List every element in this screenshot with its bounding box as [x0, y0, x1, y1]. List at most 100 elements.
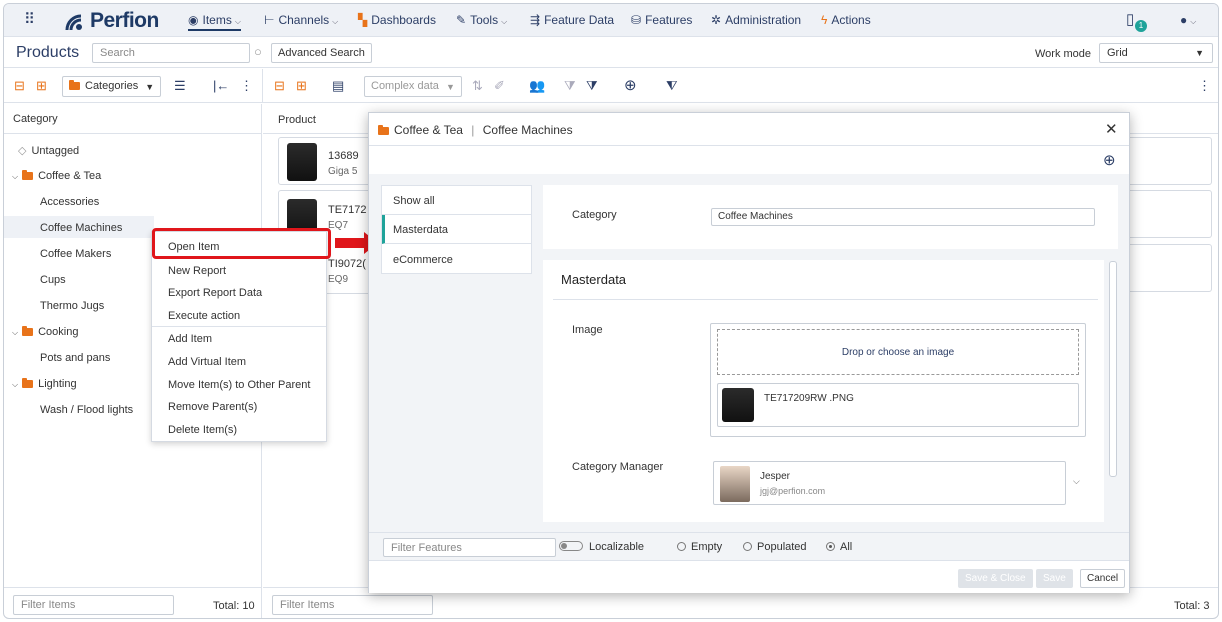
menu-item-add-virtual-item[interactable]: Add Virtual Item: [168, 356, 246, 368]
nav-items[interactable]: ◉ Items ⌵: [188, 13, 241, 31]
tree-item-pots-and-pans[interactable]: Pots and pans: [40, 352, 110, 364]
work-mode-select[interactable]: Grid ▼: [1099, 43, 1213, 63]
menu-item-remove-parents[interactable]: Remove Parent(s): [168, 401, 257, 413]
filter-check-icon[interactable]: ⧩: [586, 78, 598, 94]
more-options-icon[interactable]: ⋮: [240, 78, 253, 94]
tree-collapse-icon[interactable]: ⊞: [296, 78, 307, 94]
details-view-icon[interactable]: ▤: [332, 78, 344, 94]
tree-item-label: Pots and pans: [40, 352, 111, 364]
folder-icon: [378, 125, 389, 135]
menu-item-export-report-data[interactable]: Export Report Data: [168, 287, 262, 299]
image-dropzone[interactable]: Drop or choose an image: [717, 329, 1079, 375]
tree-item-accessories[interactable]: Accessories: [40, 196, 99, 208]
radio-populated-label: Populated: [757, 541, 807, 553]
complex-data-dropdown[interactable]: Complex data ▼: [364, 76, 462, 97]
tree-item-label: Thermo Jugs: [40, 300, 105, 312]
tree-item-label: Cups: [40, 274, 66, 286]
image-file-row[interactable]: TE717209RW .PNG: [717, 383, 1079, 427]
menu-item-move-items[interactable]: Move Item(s) to Other Parent: [168, 379, 310, 391]
tree-expand-icon[interactable]: ⊟: [274, 78, 285, 94]
search-icon[interactable]: ○: [254, 44, 262, 59]
toggle-switch: [559, 541, 583, 551]
menu-item-execute-action[interactable]: Execute action: [168, 310, 240, 322]
tree-item-coffee-machines[interactable]: Coffee Machines: [4, 216, 154, 238]
tree-item-cups[interactable]: Cups: [40, 274, 66, 286]
context-menu: Open Item New Report Export Report Data …: [151, 231, 327, 442]
tab-ecommerce[interactable]: eCommerce: [382, 245, 531, 274]
toolbar: ⊟ ⊞ Categories ▼ ☰ |← ⋮ ⊟ ⊞ ▤ Complex da…: [4, 69, 1218, 103]
tag-icon: ◇: [18, 145, 27, 157]
tab-show-all[interactable]: Show all: [382, 186, 531, 215]
save-button[interactable]: Save: [1036, 569, 1073, 588]
search-input[interactable]: Search: [92, 43, 250, 63]
nav-tools[interactable]: ✎ Tools ⌵: [456, 13, 507, 27]
notifications-icon[interactable]: ▯: [1126, 10, 1134, 28]
nav-feature-data[interactable]: ⇶ Feature Data: [530, 13, 614, 27]
globe-icon[interactable]: ⊕: [1103, 151, 1116, 169]
close-icon[interactable]: ✕: [1105, 120, 1118, 138]
tree-item-cooking[interactable]: ⌵ Cooking: [12, 326, 78, 338]
product-card-right[interactable]: [1124, 244, 1212, 292]
menu-item-delete-items[interactable]: Delete Item(s): [168, 424, 237, 436]
globe-icon[interactable]: ⊕: [624, 76, 637, 94]
tab-masterdata[interactable]: Masterdata: [382, 215, 531, 244]
cube-icon: ◉: [188, 13, 199, 27]
channel-icon: ⊢: [264, 13, 275, 27]
filter-clear-icon[interactable]: ⧨: [666, 78, 678, 94]
localizable-toggle[interactable]: Localizable: [559, 541, 644, 553]
tree-item-coffee-tea[interactable]: ⌵ Coffee & Tea: [12, 170, 101, 182]
tree-item-label: Accessories: [40, 196, 100, 208]
item-dialog: Coffee & Tea | Coffee Machines ✕ ⊕ Show …: [368, 112, 1130, 593]
nav-actions[interactable]: ϟ Actions: [821, 13, 871, 27]
filter-features-input[interactable]: Filter Features: [383, 538, 556, 557]
users-icon[interactable]: 👥: [529, 78, 545, 94]
product-card-right[interactable]: [1124, 190, 1212, 238]
nav-administration[interactable]: ✲ Administration: [711, 13, 801, 27]
tree-item-thermo-jugs[interactable]: Thermo Jugs: [40, 300, 104, 312]
radio-all[interactable]: All: [826, 541, 852, 553]
advanced-search-button[interactable]: Advanced Search: [271, 43, 372, 63]
filter-off-icon[interactable]: ⧩: [564, 78, 576, 94]
caret-down-icon: ▼: [145, 82, 155, 92]
menu-item-new-report[interactable]: New Report: [168, 265, 226, 277]
sort-icon[interactable]: ⇅: [472, 78, 483, 94]
tree-item-wash-flood-lights[interactable]: Wash / Flood lights: [40, 404, 133, 416]
tree-item-lighting[interactable]: ⌵ Lighting: [12, 378, 77, 390]
highlight-box: [152, 228, 331, 259]
product-thumbnail: [287, 143, 317, 181]
radio-empty[interactable]: Empty: [677, 541, 722, 553]
tree-item-untagged[interactable]: ◇ Untagged: [18, 144, 79, 157]
dialog-tabs: Show all Masterdata eCommerce: [381, 185, 532, 274]
category-input[interactable]: Coffee Machines: [711, 208, 1095, 226]
filter-products-input[interactable]: Filter Items: [272, 595, 433, 615]
chevron-down-icon[interactable]: ⌵: [1073, 476, 1080, 487]
product-column-label: Product: [278, 114, 316, 126]
tree-expand-icon[interactable]: ⊟: [14, 78, 25, 94]
list-view-icon[interactable]: ☰: [174, 78, 186, 94]
tree-item-coffee-makers[interactable]: Coffee Makers: [40, 248, 111, 260]
categories-dropdown[interactable]: Categories ▼: [62, 76, 162, 97]
filter-items-input[interactable]: Filter Items: [13, 595, 174, 615]
nav-channels[interactable]: ⊢ Channels ⌵: [264, 13, 338, 27]
radio-populated[interactable]: Populated: [743, 541, 807, 553]
menu-item-add-item[interactable]: Add Item: [168, 333, 212, 345]
dialog-scrollbar[interactable]: [1109, 261, 1117, 477]
cancel-button[interactable]: Cancel: [1080, 569, 1126, 588]
left-total: Total: 10: [213, 600, 255, 612]
nav-features[interactable]: ⛁ Features: [631, 13, 692, 27]
breadcrumb-parent[interactable]: Coffee & Tea: [394, 123, 463, 137]
app-grid-icon[interactable]: ⠿: [24, 10, 35, 28]
red-arrow: [335, 238, 365, 248]
nav-dashboards[interactable]: ▚ Dashboards: [358, 13, 436, 27]
save-close-button[interactable]: Save & Close: [958, 569, 1033, 588]
user-menu-icon[interactable]: ● ⌵: [1180, 13, 1196, 27]
tree-collapse-icon[interactable]: ⊞: [36, 78, 47, 94]
wrench-icon: ✎: [456, 13, 467, 27]
more-options-icon[interactable]: ⋮: [1198, 78, 1211, 94]
manager-field[interactable]: Jesper jgj@perfion.com: [713, 461, 1066, 505]
database-icon: ⛁: [631, 13, 642, 27]
product-id: TI9072(: [328, 258, 366, 270]
edit-icon[interactable]: ✐: [494, 78, 505, 94]
product-card-right[interactable]: [1124, 137, 1212, 185]
collapse-panel-icon[interactable]: |←: [213, 78, 229, 93]
